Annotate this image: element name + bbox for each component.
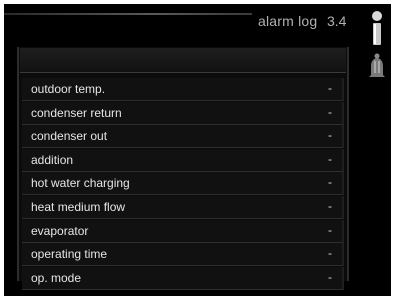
row-label: outdoor temp. — [31, 82, 106, 96]
list-item[interactable]: operating time - — [22, 243, 344, 267]
menu-title: alarm log — [258, 13, 318, 29]
display-screen: alarm log 3.4 outdoor temp. - condenser … — [4, 4, 391, 296]
list-item[interactable]: condenser out - — [22, 125, 344, 149]
row-label: condenser out — [31, 129, 108, 144]
row-value: - — [328, 198, 332, 213]
row-label: hot water charging — [31, 176, 130, 191]
row-value: - — [328, 246, 332, 261]
list-item[interactable]: condenser return - — [22, 101, 344, 125]
row-value: - — [328, 128, 332, 143]
row-value: - — [328, 175, 332, 190]
alarm-log-panel: outdoor temp. - condenser return - conde… — [17, 47, 349, 290]
row-label: evaporator — [31, 223, 89, 238]
thermometer-status-icon — [368, 10, 386, 48]
header-divider — [4, 13, 252, 15]
alarm-log-header-bar — [20, 48, 346, 73]
row-value: - — [328, 151, 332, 166]
list-item[interactable]: hot water charging - — [22, 172, 344, 196]
row-label: operating time — [31, 247, 108, 262]
row-label: op. mode — [31, 270, 82, 285]
bell-icon — [368, 53, 386, 81]
row-value: - — [328, 104, 332, 119]
list-item[interactable]: addition - — [22, 148, 344, 172]
list-item[interactable]: heat medium flow - — [22, 195, 344, 219]
row-label: condenser return — [31, 105, 122, 120]
alarm-log-list: outdoor temp. - condenser return - conde… — [22, 78, 344, 290]
list-item[interactable]: op. mode - — [22, 266, 344, 290]
row-label: addition — [31, 152, 74, 167]
list-item[interactable]: outdoor temp. - — [22, 78, 344, 101]
list-item[interactable]: evaporator - — [22, 219, 344, 243]
row-value: - — [328, 222, 332, 237]
menu-number: 3.4 — [327, 13, 347, 29]
row-label: heat medium flow — [31, 199, 126, 214]
row-value: - — [328, 81, 332, 95]
row-value: - — [328, 269, 332, 284]
